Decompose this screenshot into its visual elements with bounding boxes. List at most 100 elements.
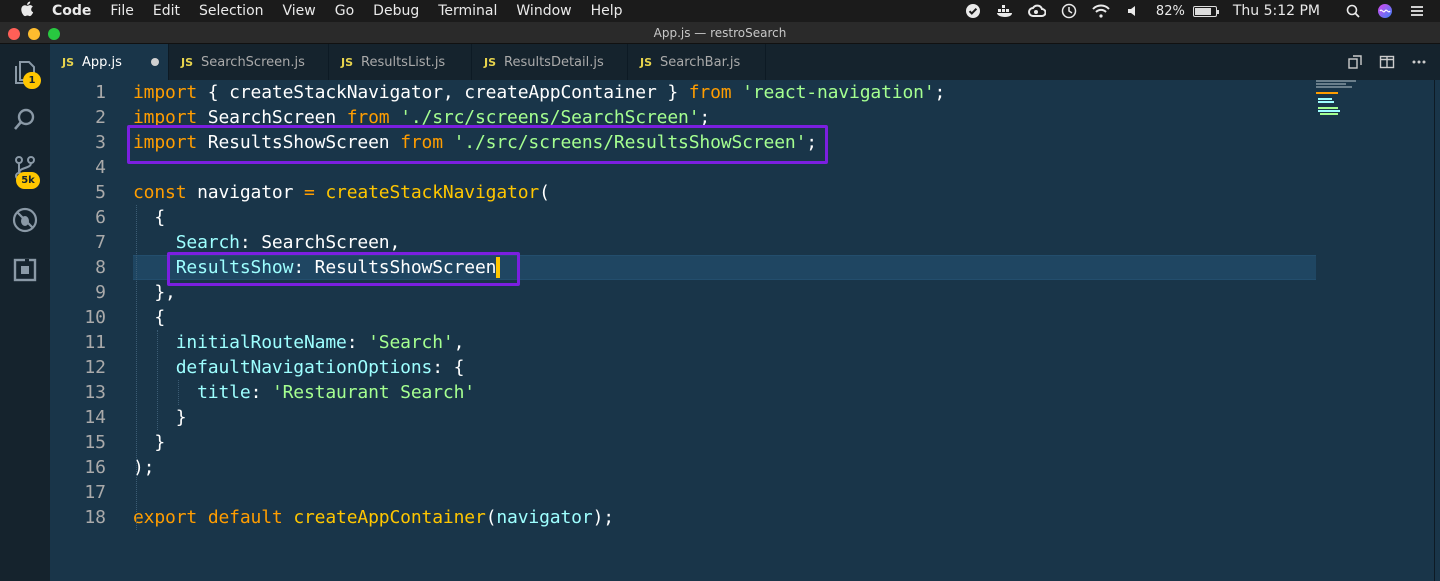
menu-go[interactable]: Go bbox=[335, 3, 354, 19]
indent-guide bbox=[157, 330, 158, 430]
menu-debug[interactable]: Debug bbox=[373, 3, 419, 19]
code-line: { bbox=[133, 305, 165, 330]
code-line: } bbox=[133, 405, 187, 430]
code-token: navigator bbox=[496, 507, 593, 528]
menu-file[interactable]: File bbox=[110, 3, 133, 19]
code-token: from bbox=[688, 82, 732, 103]
line-number: 16 bbox=[84, 457, 106, 478]
explorer-badge: 1 bbox=[23, 72, 41, 89]
javascript-file-icon: JS bbox=[640, 55, 653, 69]
tab-label: App.js bbox=[82, 54, 122, 70]
code-line: title: 'Restaurant Search' bbox=[133, 380, 475, 405]
line-number: 7 bbox=[95, 232, 106, 253]
clock[interactable]: Thu 5:12 PM bbox=[1233, 3, 1320, 19]
volume-icon[interactable] bbox=[1124, 2, 1142, 20]
code-token: { createStackNavigator, createAppContain… bbox=[197, 82, 689, 103]
battery-level bbox=[1194, 7, 1211, 15]
menu-window[interactable]: Window bbox=[516, 3, 571, 19]
code-token: default bbox=[207, 507, 283, 528]
line-number: 10 bbox=[84, 307, 106, 328]
code-token: ( bbox=[539, 182, 550, 203]
code-token: { bbox=[133, 307, 166, 328]
creative-cloud-icon[interactable] bbox=[1027, 2, 1046, 20]
tab-search-screen-js[interactable]: JS SearchScreen.js bbox=[169, 44, 329, 80]
menu-terminal[interactable]: Terminal bbox=[438, 3, 497, 19]
window-title: App.js — restroSearch bbox=[653, 26, 787, 40]
line-number: 17 bbox=[84, 482, 106, 503]
highlight-box-results-show-route bbox=[167, 252, 520, 286]
time-machine-icon[interactable] bbox=[1060, 2, 1078, 20]
search-icon[interactable] bbox=[11, 106, 39, 134]
app-menu-code[interactable]: Code bbox=[52, 3, 91, 19]
line-number: 2 bbox=[95, 107, 106, 128]
apple-menu-icon[interactable] bbox=[20, 1, 38, 21]
status-area: 82% Thu 5:12 PM bbox=[964, 0, 1440, 22]
code-token: Search bbox=[175, 232, 240, 253]
highlight-box-import-line bbox=[127, 125, 828, 164]
battery-percent: 82% bbox=[1155, 3, 1185, 19]
spotlight-search-icon[interactable] bbox=[1344, 2, 1362, 20]
tab-app-js[interactable]: JS App.js bbox=[50, 44, 169, 80]
code-line: export default createAppContainer(naviga… bbox=[133, 505, 614, 530]
checkbox-icon[interactable] bbox=[964, 2, 982, 20]
wifi-icon[interactable] bbox=[1092, 2, 1110, 20]
javascript-file-icon: JS bbox=[341, 55, 354, 69]
code-token: : bbox=[346, 332, 369, 353]
menu-help[interactable]: Help bbox=[591, 3, 623, 19]
siri-icon[interactable] bbox=[1376, 2, 1394, 20]
code-editor[interactable]: 1 2 3 4 5 6 7 8 9 10 11 12 13 14 15 16 17 18 import { cre… bbox=[50, 80, 1440, 581]
code-line: { bbox=[133, 205, 165, 230]
line-number: 14 bbox=[84, 407, 106, 428]
line-number: 13 bbox=[84, 382, 106, 403]
text-cursor bbox=[496, 257, 500, 278]
line-number: 8 bbox=[95, 257, 106, 278]
line-number: 1 bbox=[95, 82, 106, 103]
code-token: ; bbox=[934, 82, 946, 103]
code-token: import bbox=[133, 82, 198, 103]
tab-results-list-js[interactable]: JS ResultsList.js bbox=[329, 44, 472, 80]
code-token: 'react-navigation' bbox=[742, 82, 935, 103]
battery-icon[interactable] bbox=[1192, 5, 1219, 17]
code-token: : SearchScreen, bbox=[239, 232, 401, 253]
tab-label: SearchScreen.js bbox=[201, 54, 305, 70]
line-number: 6 bbox=[95, 207, 106, 228]
code-token: : bbox=[250, 382, 272, 403]
menu-selection[interactable]: Selection bbox=[199, 3, 264, 19]
line-number: 11 bbox=[84, 332, 106, 353]
code-token: } bbox=[133, 432, 166, 453]
minimap[interactable] bbox=[1316, 80, 1396, 120]
menu-view[interactable]: View bbox=[283, 3, 316, 19]
line-number: 9 bbox=[95, 282, 106, 303]
more-actions-icon[interactable] bbox=[1408, 51, 1430, 73]
docker-icon[interactable] bbox=[996, 2, 1014, 20]
tab-label: ResultsList.js bbox=[361, 54, 446, 70]
activity-bar: 1 5k bbox=[0, 44, 50, 581]
unsaved-changes-dot-icon[interactable] bbox=[151, 58, 159, 66]
editor-actions bbox=[1344, 44, 1440, 80]
code-token: export bbox=[133, 507, 198, 528]
open-changes-icon[interactable] bbox=[1344, 51, 1366, 73]
code-token: ( bbox=[485, 507, 497, 528]
debug-icon[interactable] bbox=[11, 206, 39, 234]
tab-label: SearchBar.js bbox=[660, 54, 741, 70]
tab-label: ResultsDetail.js bbox=[504, 54, 604, 70]
line-number: 4 bbox=[95, 157, 106, 178]
code-token: } bbox=[133, 407, 187, 428]
javascript-file-icon: JS bbox=[484, 55, 497, 69]
control-center-icon[interactable] bbox=[1408, 2, 1426, 20]
code-token: navigator bbox=[186, 182, 304, 203]
split-editor-icon[interactable] bbox=[1376, 51, 1398, 73]
vertical-scrollbar[interactable] bbox=[1434, 80, 1435, 581]
tab-search-bar-js[interactable]: JS SearchBar.js bbox=[628, 44, 766, 80]
code-token: = bbox=[304, 182, 315, 203]
extensions-icon[interactable] bbox=[11, 256, 39, 284]
tab-results-detail-js[interactable]: JS ResultsDetail.js bbox=[472, 44, 628, 80]
code-token: 'Search' bbox=[368, 332, 454, 353]
menu-edit[interactable]: Edit bbox=[153, 3, 180, 19]
